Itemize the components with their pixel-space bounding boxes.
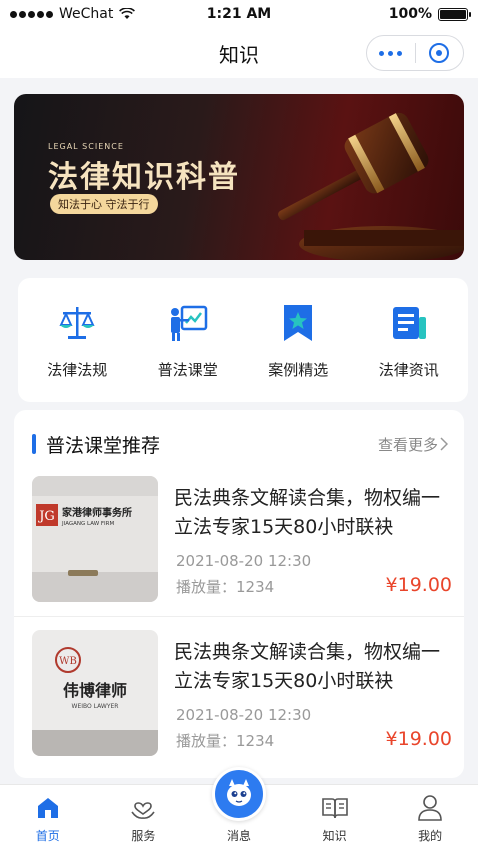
see-more-label: 查看更多: [377, 435, 438, 454]
recommend-card: 普法课堂推荐 查看更多 JG 家港律师事务所 JIAGANG LAW FIRM …: [14, 410, 464, 778]
course-date: 2021-08-20 12:30: [176, 552, 312, 570]
law-firm-photo: JG 家港律师事务所 JIAGANG LAW FIRM: [32, 476, 158, 602]
status-time: 1:21 AM: [206, 6, 272, 22]
category-label: 案例精选: [268, 360, 329, 379]
course-price: ¥19.00: [385, 574, 452, 596]
service-heart-icon: [128, 793, 158, 823]
nav-bar: 知识: [0, 28, 478, 78]
law-firm-photo: WB 伟博律师 WEIBO LAWYER: [32, 630, 158, 756]
course-item[interactable]: JG 家港律师事务所 JIAGANG LAW FIRM 民法典条文解读合集，物权…: [32, 476, 452, 602]
tab-knowledge[interactable]: 知识: [287, 785, 383, 850]
page-title: 知识: [219, 42, 259, 67]
category-label: 法律资讯: [378, 360, 439, 379]
tab-label: 知识: [322, 829, 347, 843]
classroom-icon: [166, 301, 210, 345]
close-circle-icon: [429, 43, 450, 63]
tab-service[interactable]: 服务: [96, 785, 192, 850]
tab-mine[interactable]: 我的: [382, 785, 478, 850]
tab-label: 首页: [35, 829, 60, 843]
category-laws[interactable]: 法律法规: [27, 301, 127, 380]
chevron-right-icon: [440, 437, 448, 451]
course-item[interactable]: WB 伟博律师 WEIBO LAWYER 民法典条文解读合集，物权编一立法专家1…: [32, 630, 452, 756]
category-label: 法律法规: [47, 360, 108, 379]
see-more-link[interactable]: 查看更多: [378, 434, 448, 455]
tab-label: 服务: [131, 829, 156, 843]
plays-count: 1234: [236, 578, 275, 596]
course-thumbnail: WB 伟博律师 WEIBO LAWYER: [32, 630, 158, 756]
banner[interactable]: LEGAL SCIENCE 法律知识科普 知法于心 守法于行: [14, 94, 464, 260]
thumb-cn-text: 伟博律师: [63, 681, 127, 700]
banner-title: 法律知识科普: [48, 160, 240, 195]
home-icon: [33, 793, 63, 823]
tab-bar: 首页 服务 消息 知识 我的: [0, 767, 478, 850]
battery-icon: [438, 7, 471, 21]
plays-label: 播放量：: [176, 732, 237, 750]
section-title: 普法课堂推荐: [46, 434, 161, 457]
battery-label: 100%: [388, 6, 432, 22]
course-price: ¥19.00: [385, 728, 452, 750]
course-info: 民法典条文解读合集，物权编一立法专家15天80小时联袂 2021-08-20 1…: [174, 476, 452, 602]
category-cases[interactable]: 案例精选: [248, 301, 348, 380]
user-icon: [415, 793, 445, 823]
thumb-en-text: JIAGANG LAW FIRM: [61, 521, 115, 527]
banner-subtitle: LEGAL SCIENCE: [48, 142, 124, 151]
thumb-en-text: WEIBO LAWYER: [72, 703, 119, 710]
message-mascot-icon: [211, 767, 266, 821]
wifi-icon: [119, 8, 136, 19]
section-accent-bar: [32, 434, 36, 454]
plays-count: 1234: [236, 732, 275, 750]
signal-icon: [10, 10, 53, 18]
bookmark-star-icon: [276, 301, 320, 345]
tab-label: 我的: [418, 829, 443, 843]
plays-label: 播放量：: [176, 578, 237, 596]
banner-tag: 知法于心 守法于行: [50, 194, 158, 214]
status-right: 100%: [308, 6, 471, 22]
tab-message[interactable]: 消息: [191, 767, 287, 850]
status-left: WeChat: [10, 6, 170, 22]
miniprogram-capsule: [366, 35, 464, 71]
status-bar: WeChat 1:21 AM 100%: [0, 0, 478, 28]
course-plays: 播放量：1234: [176, 730, 274, 751]
tab-home[interactable]: 首页: [0, 785, 96, 850]
course-date: 2021-08-20 12:30: [176, 706, 312, 724]
svg-text:JG: JG: [37, 509, 55, 524]
book-icon: [320, 793, 350, 823]
scales-icon: [55, 301, 99, 345]
more-dots-icon: [379, 50, 403, 56]
category-label: 普法课堂: [157, 360, 218, 379]
category-card: 法律法规 普法课堂 案例精选 法律资讯: [18, 278, 468, 402]
carrier-label: WeChat: [59, 6, 114, 22]
news-icon: [387, 301, 431, 345]
category-classroom[interactable]: 普法课堂: [138, 301, 238, 380]
course-plays: 播放量：1234: [176, 576, 274, 597]
divider: [14, 616, 464, 617]
tab-label: 消息: [226, 829, 251, 843]
recommend-header: 普法课堂推荐 查看更多: [32, 432, 448, 457]
gavel-illustration: [278, 112, 464, 260]
more-button[interactable]: [367, 36, 415, 70]
svg-text:WB: WB: [59, 656, 77, 667]
close-button[interactable]: [416, 36, 464, 70]
course-title: 民法典条文解读合集，物权编一立法专家15天80小时联袂: [174, 487, 441, 538]
course-thumbnail: JG 家港律师事务所 JIAGANG LAW FIRM: [32, 476, 158, 602]
course-info: 民法典条文解读合集，物权编一立法专家15天80小时联袂 2021-08-20 1…: [174, 630, 452, 756]
thumb-cn-text: 家港律师事务所: [62, 506, 132, 519]
category-news[interactable]: 法律资讯: [359, 301, 459, 380]
course-title: 民法典条文解读合集，物权编一立法专家15天80小时联袂: [174, 641, 441, 692]
